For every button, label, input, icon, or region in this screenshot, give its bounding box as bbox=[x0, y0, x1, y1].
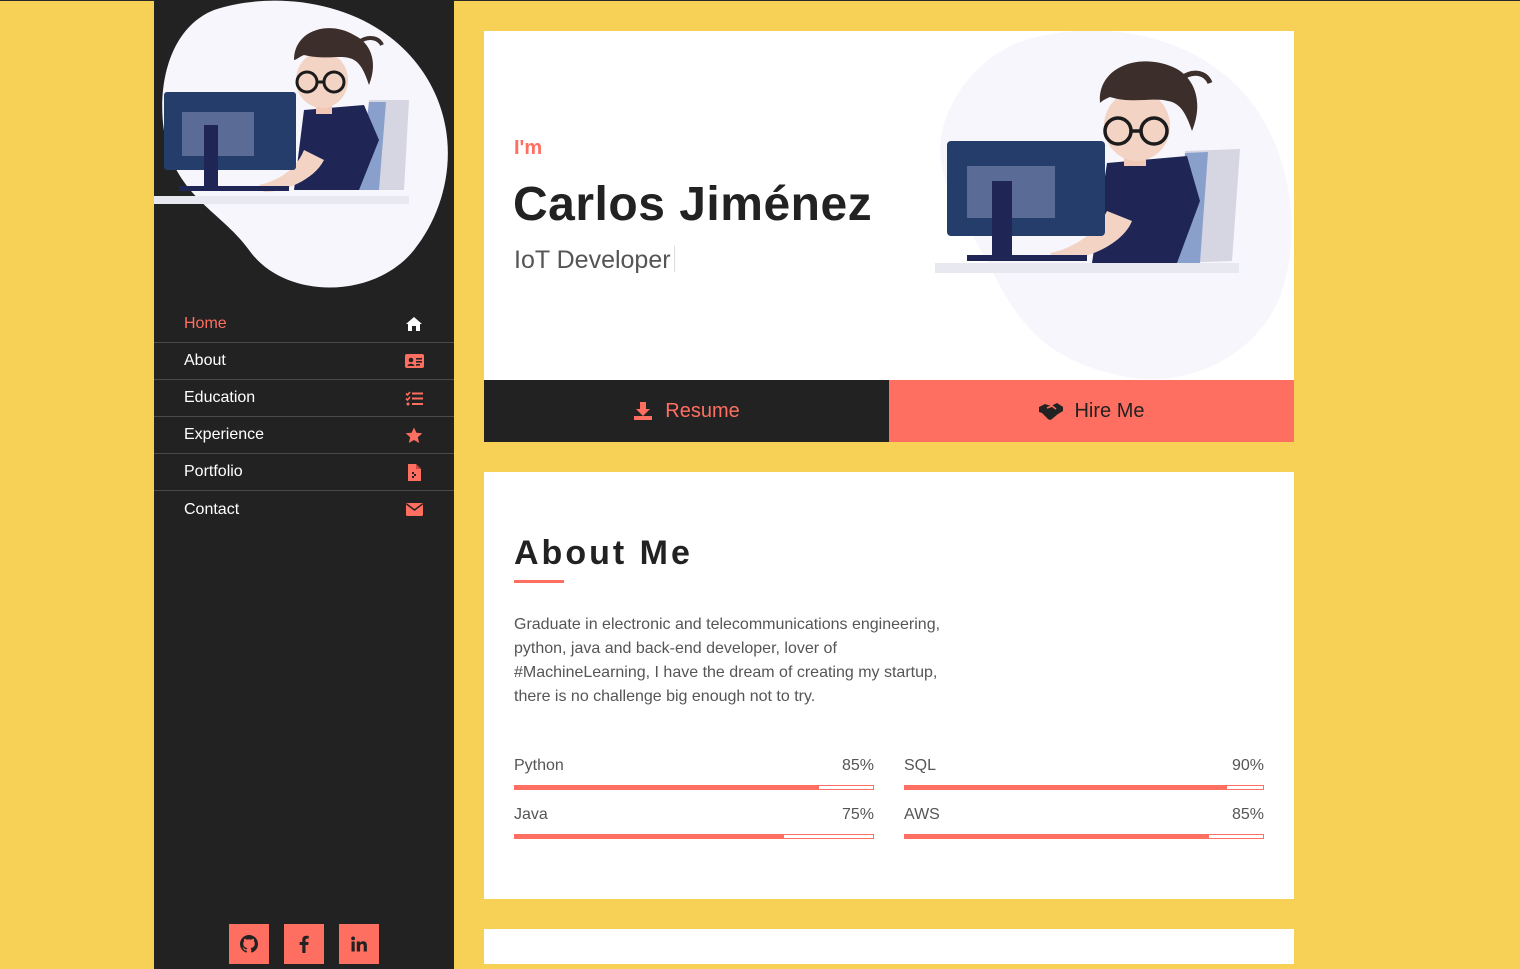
nav-item-education[interactable]: Education bbox=[154, 380, 454, 417]
skill-bar bbox=[904, 785, 1264, 790]
skill-bar-fill bbox=[515, 786, 820, 789]
nav-item-label: Home bbox=[184, 315, 227, 332]
sidebar: Home About Education Experience Portfoli… bbox=[154, 0, 454, 969]
linkedin-icon bbox=[351, 936, 367, 952]
skill-sql: SQL 90% bbox=[904, 757, 1264, 790]
skill-name: SQL bbox=[904, 757, 937, 774]
skill-bar bbox=[514, 785, 874, 790]
handshake-icon bbox=[1039, 403, 1064, 420]
id-card-icon bbox=[404, 351, 424, 371]
skill-bar-fill bbox=[515, 835, 784, 838]
hire-me-label: Hire Me bbox=[1074, 399, 1145, 422]
github-icon bbox=[240, 935, 258, 953]
skill-name: AWS bbox=[904, 806, 940, 823]
nav-item-label: Experience bbox=[184, 426, 265, 443]
nav-item-about[interactable]: About bbox=[154, 343, 454, 380]
developer-avatar bbox=[154, 0, 454, 300]
nav-item-label: About bbox=[184, 352, 226, 369]
file-icon bbox=[404, 462, 424, 482]
hero-intro: I'm bbox=[514, 137, 543, 159]
hero-name: Carlos Jiménez bbox=[513, 178, 873, 231]
star-icon bbox=[404, 425, 424, 445]
skill-percent: 90% bbox=[1231, 757, 1264, 774]
nav-item-label: Education bbox=[184, 389, 256, 406]
hero-role: IoT Developer bbox=[514, 246, 671, 274]
linkedin-button[interactable] bbox=[339, 924, 379, 964]
home-icon bbox=[404, 314, 424, 334]
nav-item-experience[interactable]: Experience bbox=[154, 417, 454, 454]
about-text: Graduate in electronic and telecommunica… bbox=[514, 616, 941, 705]
hire-me-button[interactable]: Hire Me bbox=[889, 380, 1294, 442]
skill-python: Python 85% bbox=[514, 757, 874, 790]
github-button[interactable] bbox=[229, 924, 269, 964]
skill-bar bbox=[904, 834, 1264, 839]
typing-cursor bbox=[673, 246, 675, 272]
nav-item-label: Portfolio bbox=[184, 463, 243, 480]
skill-aws: AWS 85% bbox=[904, 806, 1264, 839]
main-nav: Home About Education Experience Portfoli… bbox=[154, 306, 454, 528]
skill-java: Java 75% bbox=[514, 806, 874, 839]
skill-name: Python bbox=[514, 757, 564, 774]
skill-percent: 75% bbox=[841, 806, 874, 823]
resume-label: Resume bbox=[665, 399, 740, 422]
nav-item-portfolio[interactable]: Portfolio bbox=[154, 454, 454, 491]
download-icon bbox=[634, 402, 653, 420]
next-section-card bbox=[484, 929, 1294, 964]
tasks-icon bbox=[404, 388, 424, 408]
skill-name: Java bbox=[514, 806, 548, 823]
developer-illustration bbox=[935, 31, 1292, 380]
hero-role-line: IoT Developer bbox=[514, 246, 675, 275]
about-card: About Me Graduate in electronic and tele… bbox=[484, 472, 1294, 899]
skill-bar bbox=[514, 834, 874, 839]
skill-percent: 85% bbox=[1231, 806, 1264, 823]
nav-item-home[interactable]: Home bbox=[154, 306, 454, 343]
skill-bar-fill bbox=[905, 835, 1210, 838]
envelope-icon bbox=[404, 500, 424, 520]
section-title: About Me bbox=[514, 534, 693, 572]
resume-button[interactable]: Resume bbox=[484, 380, 889, 442]
title-underline bbox=[514, 580, 564, 583]
nav-item-contact[interactable]: Contact bbox=[154, 491, 454, 528]
skill-bar-fill bbox=[905, 786, 1228, 789]
facebook-icon bbox=[299, 935, 309, 953]
skill-percent: 85% bbox=[841, 757, 874, 774]
facebook-button[interactable] bbox=[284, 924, 324, 964]
hero-actions: Resume Hire Me bbox=[484, 380, 1294, 442]
nav-item-label: Contact bbox=[184, 500, 240, 518]
social-links bbox=[229, 924, 379, 964]
hero-card: I'm Carlos Jiménez IoT Developer bbox=[484, 31, 1294, 380]
